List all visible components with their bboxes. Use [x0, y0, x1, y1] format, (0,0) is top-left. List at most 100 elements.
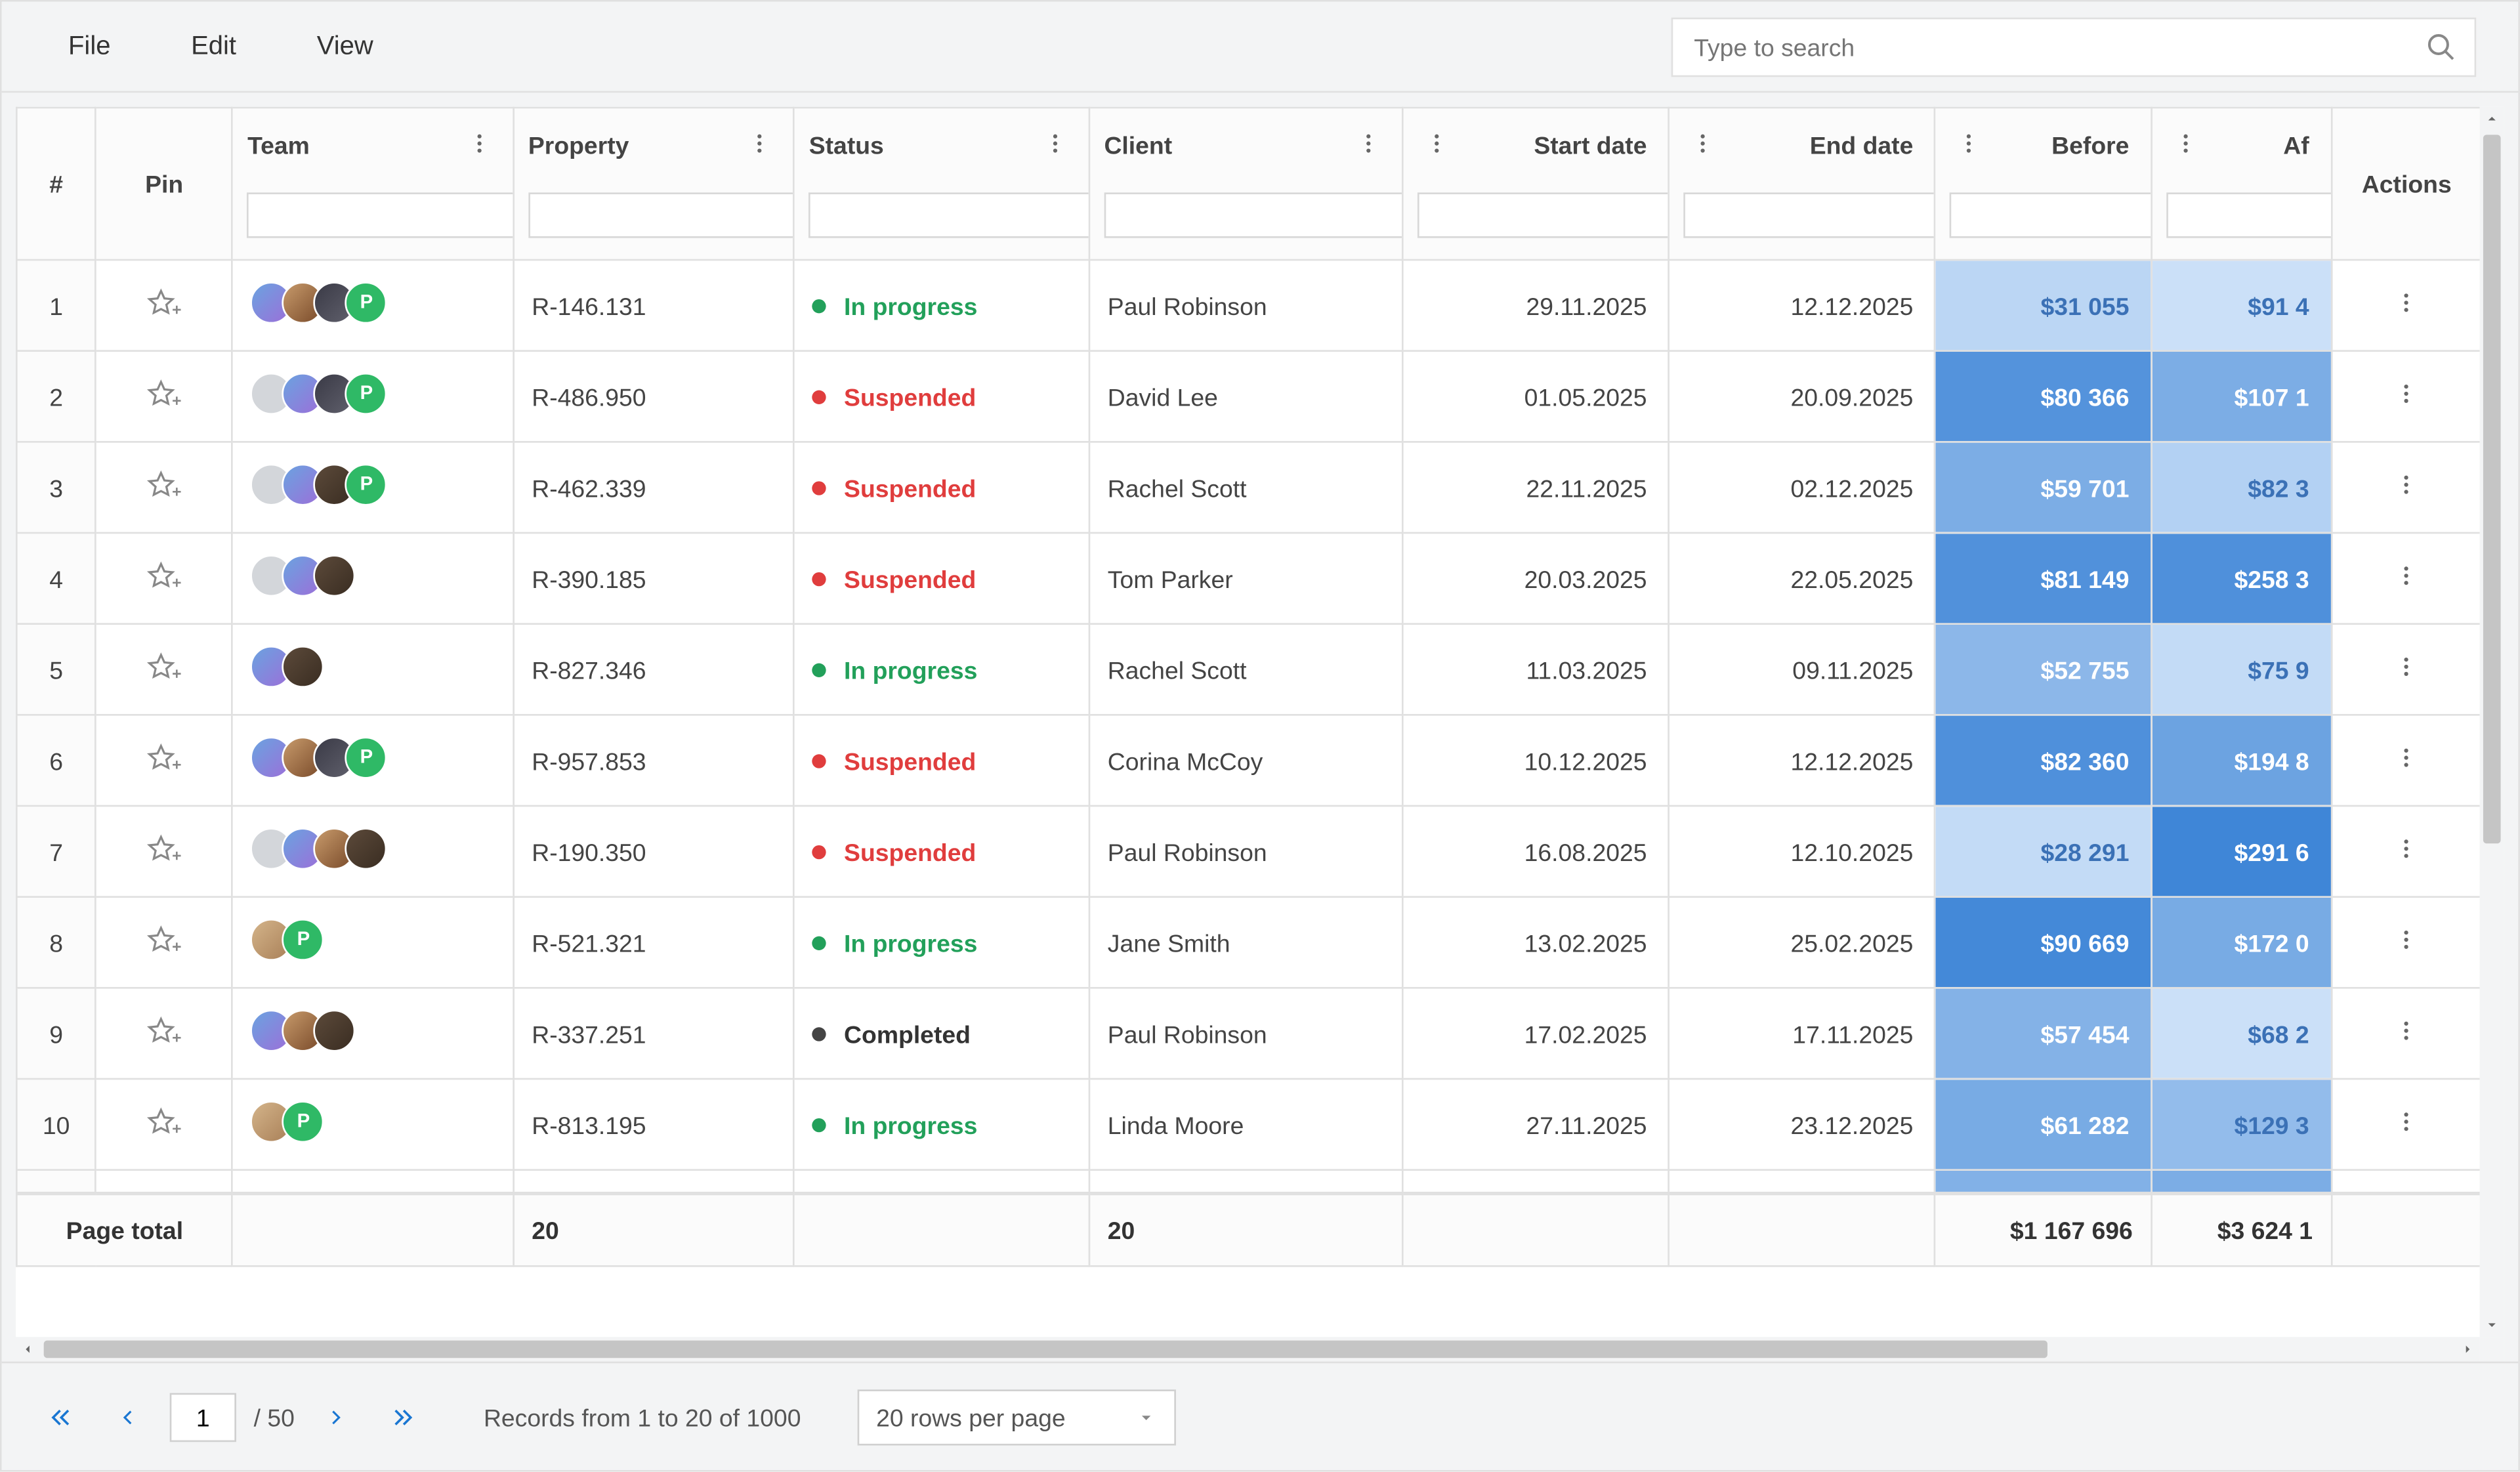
pin-button[interactable] — [96, 715, 232, 806]
scroll-down-icon[interactable] — [2480, 1313, 2504, 1337]
table-row[interactable]: 5R-827.346In progressRachel Scott11.03.2… — [16, 624, 2479, 715]
pin-button[interactable] — [96, 806, 232, 897]
pin-button[interactable] — [96, 442, 232, 533]
p-badge-icon: P — [282, 1101, 324, 1143]
filter-after[interactable] — [2166, 192, 2331, 238]
pin-button[interactable] — [96, 1079, 232, 1170]
col-header-pin[interactable]: Pin — [96, 108, 232, 260]
pin-button[interactable] — [96, 897, 232, 988]
filter-start-date[interactable] — [1418, 192, 1669, 238]
filter-end-date-input[interactable] — [1696, 200, 1935, 230]
cell-client: Paul Robinson — [1089, 260, 1402, 351]
col-header-end-date[interactable]: End date — [1669, 108, 1935, 260]
team-avatars: P — [251, 919, 324, 961]
cell-property: R-620.796 — [513, 1170, 794, 1192]
filter-team-input[interactable] — [260, 200, 513, 230]
page-input[interactable] — [170, 1392, 236, 1441]
scroll-left-icon[interactable] — [16, 1337, 40, 1361]
filter-client-input[interactable] — [1116, 200, 1402, 230]
prev-page-button[interactable] — [103, 1392, 152, 1441]
cell-num: 6 — [16, 715, 96, 806]
team-avatars — [251, 828, 387, 870]
col-header-property[interactable]: Property — [513, 108, 794, 260]
filter-client[interactable] — [1104, 192, 1402, 238]
global-search[interactable] — [1671, 16, 2477, 76]
row-actions-button[interactable] — [2331, 442, 2480, 533]
cell-property: R-462.339 — [513, 442, 794, 533]
filter-before[interactable] — [1950, 192, 2151, 238]
global-search-input[interactable] — [1690, 31, 2426, 62]
col-menu-team[interactable] — [460, 123, 499, 167]
table-row[interactable]: 9R-337.251CompletedPaul Robinson17.02.20… — [16, 988, 2479, 1079]
scroll-up-icon[interactable] — [2480, 107, 2504, 131]
col-header-status[interactable]: Status — [794, 108, 1089, 260]
row-actions-button[interactable] — [2331, 260, 2480, 351]
row-actions-button[interactable] — [2331, 897, 2480, 988]
filter-status[interactable] — [809, 192, 1089, 238]
col-header-start-date[interactable]: Start date — [1402, 108, 1669, 260]
rows-per-page-select[interactable]: 20 rows per page — [857, 1389, 1176, 1444]
table-row[interactable]: 7R-190.350SuspendedPaul Robinson16.08.20… — [16, 806, 2479, 897]
row-actions-button[interactable] — [2331, 624, 2480, 715]
pin-button[interactable] — [96, 988, 232, 1079]
menu-view[interactable]: View — [292, 21, 398, 72]
menu-edit[interactable]: Edit — [167, 21, 261, 72]
filter-property-input[interactable] — [541, 200, 794, 230]
v-scroll-thumb[interactable] — [2483, 135, 2501, 843]
table-row[interactable]: 8PR-521.321In progressJane Smith13.02.20… — [16, 897, 2479, 988]
row-actions-button[interactable] — [2331, 533, 2480, 624]
col-menu-status[interactable] — [1036, 123, 1074, 167]
filter-status-input[interactable] — [821, 200, 1089, 230]
pin-button[interactable] — [96, 533, 232, 624]
col-menu-property[interactable] — [741, 123, 780, 167]
col-menu-after[interactable] — [2166, 123, 2204, 167]
row-actions-button[interactable] — [2331, 1079, 2480, 1170]
col-header-num[interactable]: # — [16, 108, 96, 260]
col-header-client[interactable]: Client — [1089, 108, 1402, 260]
cell-before: $82 360 — [1935, 715, 2151, 806]
scroll-right-icon[interactable] — [2455, 1337, 2479, 1361]
row-actions-button[interactable] — [2331, 715, 2480, 806]
row-actions-button[interactable] — [2331, 1170, 2480, 1192]
h-scroll-thumb[interactable] — [44, 1341, 2048, 1358]
cell-team — [232, 806, 513, 897]
row-actions-button[interactable] — [2331, 806, 2480, 897]
row-actions-button[interactable] — [2331, 988, 2480, 1079]
filter-after-input[interactable] — [2178, 200, 2331, 230]
col-header-team[interactable]: Team — [232, 108, 513, 260]
table-row[interactable]: 1PR-146.131In progressPaul Robinson29.11… — [16, 260, 2479, 351]
table-row[interactable]: 2PR-486.950SuspendedDavid Lee01.05.20252… — [16, 351, 2479, 442]
status-dot-icon — [812, 481, 826, 495]
menu-file[interactable]: File — [44, 21, 135, 72]
pin-button[interactable] — [96, 624, 232, 715]
records-label: Records from 1 to 20 of 1000 — [484, 1402, 801, 1431]
horizontal-scrollbar[interactable] — [16, 1337, 2480, 1361]
filter-end-date[interactable] — [1684, 192, 1935, 238]
filter-property[interactable] — [528, 192, 794, 238]
last-page-button[interactable] — [379, 1392, 428, 1441]
table-row[interactable]: 10PR-813.195In progressLinda Moore27.11.… — [16, 1079, 2479, 1170]
first-page-button[interactable] — [37, 1392, 86, 1441]
cell-start-date: 11.03.2025 — [1402, 624, 1669, 715]
table-row[interactable]: 6PR-957.853SuspendedCorina McCoy10.12.20… — [16, 715, 2479, 806]
filter-start-date-input[interactable] — [1429, 200, 1669, 230]
avatar — [345, 828, 387, 870]
col-header-before[interactable]: Before — [1935, 108, 2151, 260]
vertical-scrollbar[interactable] — [2480, 107, 2504, 1337]
next-page-button[interactable] — [312, 1392, 362, 1441]
table-row[interactable]: 11PR-620.796In progressJames Allen17.03.… — [16, 1170, 2479, 1192]
col-menu-before[interactable] — [1950, 123, 1988, 167]
row-actions-button[interactable] — [2331, 351, 2480, 442]
col-menu-client[interactable] — [1349, 123, 1388, 167]
table-row[interactable]: 3PR-462.339SuspendedRachel Scott22.11.20… — [16, 442, 2479, 533]
col-menu-start-date[interactable] — [1418, 123, 1456, 167]
filter-before-input[interactable] — [1962, 200, 2151, 230]
pin-button[interactable] — [96, 351, 232, 442]
table-row[interactable]: 4R-390.185SuspendedTom Parker20.03.20252… — [16, 533, 2479, 624]
pin-button[interactable] — [96, 1170, 232, 1192]
col-header-after[interactable]: Af — [2151, 108, 2331, 260]
filter-team[interactable] — [247, 192, 513, 238]
more-icon — [2395, 291, 2419, 315]
pin-button[interactable] — [96, 260, 232, 351]
col-menu-end-date[interactable] — [1684, 123, 1723, 167]
